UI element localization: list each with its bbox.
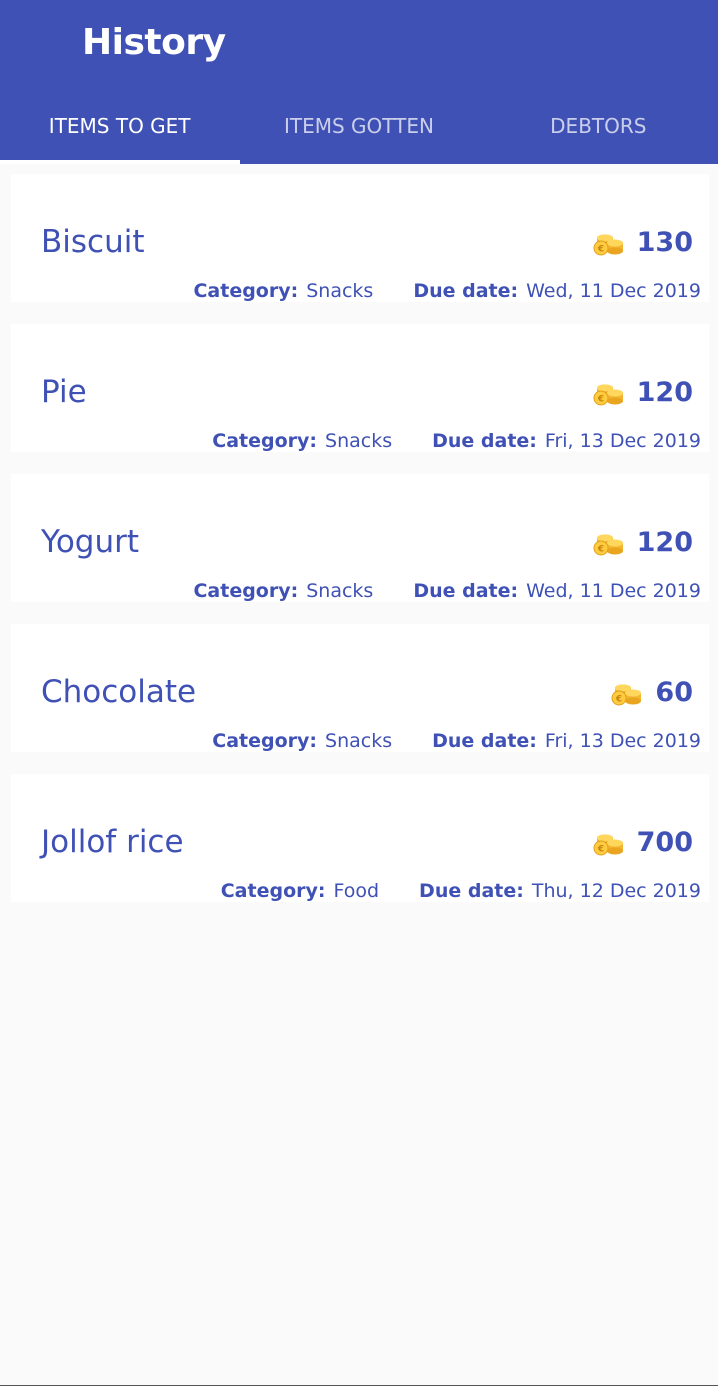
item-name: Biscuit [41, 224, 145, 260]
item-price: € 120 [593, 376, 693, 410]
item-price: € 130 [593, 226, 693, 260]
coins-icon: € [593, 234, 623, 256]
tab-items-to-get[interactable]: ITEMS TO GET [0, 96, 240, 164]
coins-icon: € [611, 684, 642, 706]
svg-text:€: € [615, 695, 622, 705]
price-value: 130 [636, 227, 693, 258]
due-date-label: Due date: [413, 280, 519, 302]
due-date-label: Due date: [413, 580, 519, 602]
svg-text:€: € [596, 545, 603, 555]
category-value: Snacks [325, 730, 393, 752]
tab-bar: ITEMS TO GET ITEMS GOTTEN DEBTORS [0, 96, 718, 164]
list-item[interactable]: Biscuit € 130 Category: Snacks Due date:… [11, 174, 709, 302]
app-bar: History ITEMS TO GET ITEMS GOTTEN DEBTOR… [0, 0, 718, 164]
item-price: € 60 [611, 676, 693, 710]
due-date-label: Due date: [432, 430, 537, 452]
item-meta: Category: Food Due date: Thu, 12 Dec 201… [221, 879, 701, 903]
item-name: Pie [41, 374, 87, 410]
tab-label: ITEMS TO GET [48, 114, 191, 138]
list-item[interactable]: Yogurt € 120 Category: Snacks Due date: … [11, 474, 709, 602]
coins-icon: € [593, 534, 623, 556]
category-label: Category: [220, 880, 326, 902]
due-date-value: Wed, 11 Dec 2019 [526, 280, 701, 302]
due-date-value: Thu, 12 Dec 2019 [531, 880, 701, 902]
price-value: 700 [636, 827, 693, 858]
category-label: Category: [212, 430, 318, 452]
coins-icon: € [593, 384, 623, 406]
category-value: Snacks [325, 430, 393, 452]
item-price: € 120 [593, 526, 693, 560]
list-item[interactable]: Chocolate € 60 Category: Snacks Due date… [11, 624, 709, 752]
item-price: € 700 [593, 826, 693, 860]
item-meta: Category: Snacks Due date: Wed, 11 Dec 2… [193, 579, 701, 603]
item-list: Biscuit € 130 Category: Snacks Due date:… [11, 174, 709, 924]
page-title: History [82, 22, 226, 63]
price-value: 120 [636, 527, 693, 558]
list-item[interactable]: Jollof rice € 700 Category: Food Due dat… [11, 774, 709, 902]
tab-items-gotten[interactable]: ITEMS GOTTEN [239, 96, 478, 164]
tab-label: DEBTORS [550, 114, 647, 138]
price-value: 60 [655, 677, 693, 708]
list-item[interactable]: Pie € 120 Category: Snacks Due date: Fri… [11, 324, 709, 452]
due-date-label: Due date: [432, 730, 537, 752]
item-name: Jollof rice [41, 824, 184, 860]
price-value: 120 [636, 377, 693, 408]
svg-text:€: € [596, 245, 603, 255]
due-date-value: Wed, 11 Dec 2019 [526, 580, 701, 602]
item-meta: Category: Snacks Due date: Fri, 13 Dec 2… [212, 729, 701, 753]
coins-icon: € [593, 834, 623, 856]
category-value: Food [333, 880, 380, 902]
category-value: Snacks [306, 280, 374, 302]
svg-text:€: € [596, 845, 603, 855]
tab-active-indicator [0, 160, 240, 164]
tab-debtors[interactable]: DEBTORS [479, 96, 718, 164]
item-meta: Category: Snacks Due date: Wed, 11 Dec 2… [193, 279, 701, 303]
category-label: Category: [212, 730, 318, 752]
item-name: Chocolate [41, 674, 197, 710]
item-meta: Category: Snacks Due date: Fri, 13 Dec 2… [212, 429, 701, 453]
due-date-value: Fri, 13 Dec 2019 [544, 730, 701, 752]
due-date-label: Due date: [419, 880, 524, 902]
category-label: Category: [193, 580, 299, 602]
due-date-value: Fri, 13 Dec 2019 [544, 430, 701, 452]
svg-text:€: € [596, 395, 603, 405]
category-label: Category: [193, 280, 299, 302]
tab-label: ITEMS GOTTEN [284, 114, 434, 138]
item-name: Yogurt [41, 524, 140, 560]
category-value: Snacks [306, 580, 374, 602]
